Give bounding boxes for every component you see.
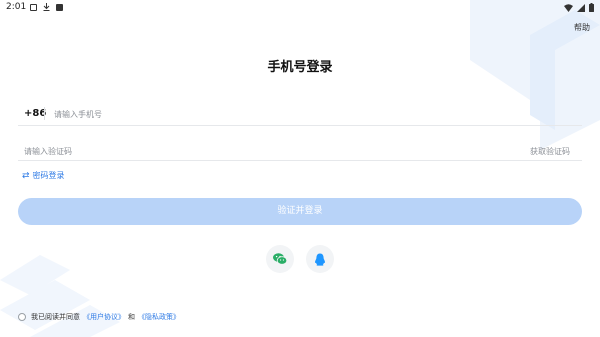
verification-code-row: 获取验证码 — [18, 141, 582, 161]
phone-input-row: +86 — [18, 103, 582, 126]
qq-login-button[interactable] — [306, 245, 334, 273]
verify-login-button[interactable]: 验证并登录 — [18, 198, 582, 225]
page-title: 手机号登录 — [267, 60, 333, 75]
agreement-row: 我已阅读并同意 《用户协议》 和 《隐私政策》 — [18, 312, 180, 322]
status-bar: 2:01 — [0, 0, 600, 16]
privacy-policy-link[interactable]: 《隐私政策》 — [138, 312, 180, 322]
password-login-label: 密码登录 — [32, 171, 65, 180]
background-decoration — [0, 0, 600, 337]
country-code-selector[interactable]: +86 — [24, 108, 46, 119]
app-a-icon — [56, 3, 63, 11]
status-notification-icons — [30, 3, 63, 11]
swap-icon: ⇄ — [22, 170, 30, 181]
help-button[interactable]: 帮助 — [574, 22, 590, 33]
verification-code-input[interactable] — [24, 144, 424, 159]
battery-icon — [589, 3, 594, 12]
signal-icon — [577, 3, 585, 12]
password-login-link[interactable]: ⇄ 密码登录 — [22, 170, 65, 181]
download-icon — [43, 3, 50, 11]
agreement-checkbox[interactable] — [18, 313, 26, 321]
qq-icon — [314, 253, 326, 266]
image-icon — [30, 3, 37, 11]
agreement-and: 和 — [128, 313, 135, 321]
wechat-icon — [273, 253, 287, 265]
country-code-divider — [44, 107, 45, 120]
status-time: 2:01 — [6, 2, 27, 12]
phone-number-input[interactable] — [54, 107, 454, 122]
wechat-login-button[interactable] — [266, 245, 294, 273]
user-agreement-link[interactable]: 《用户协议》 — [83, 312, 125, 322]
get-code-button[interactable]: 获取验证码 — [530, 146, 570, 157]
status-system-icons — [564, 3, 594, 12]
wifi-icon — [564, 3, 573, 12]
agreement-prefix: 我已阅读并同意 — [31, 313, 80, 321]
